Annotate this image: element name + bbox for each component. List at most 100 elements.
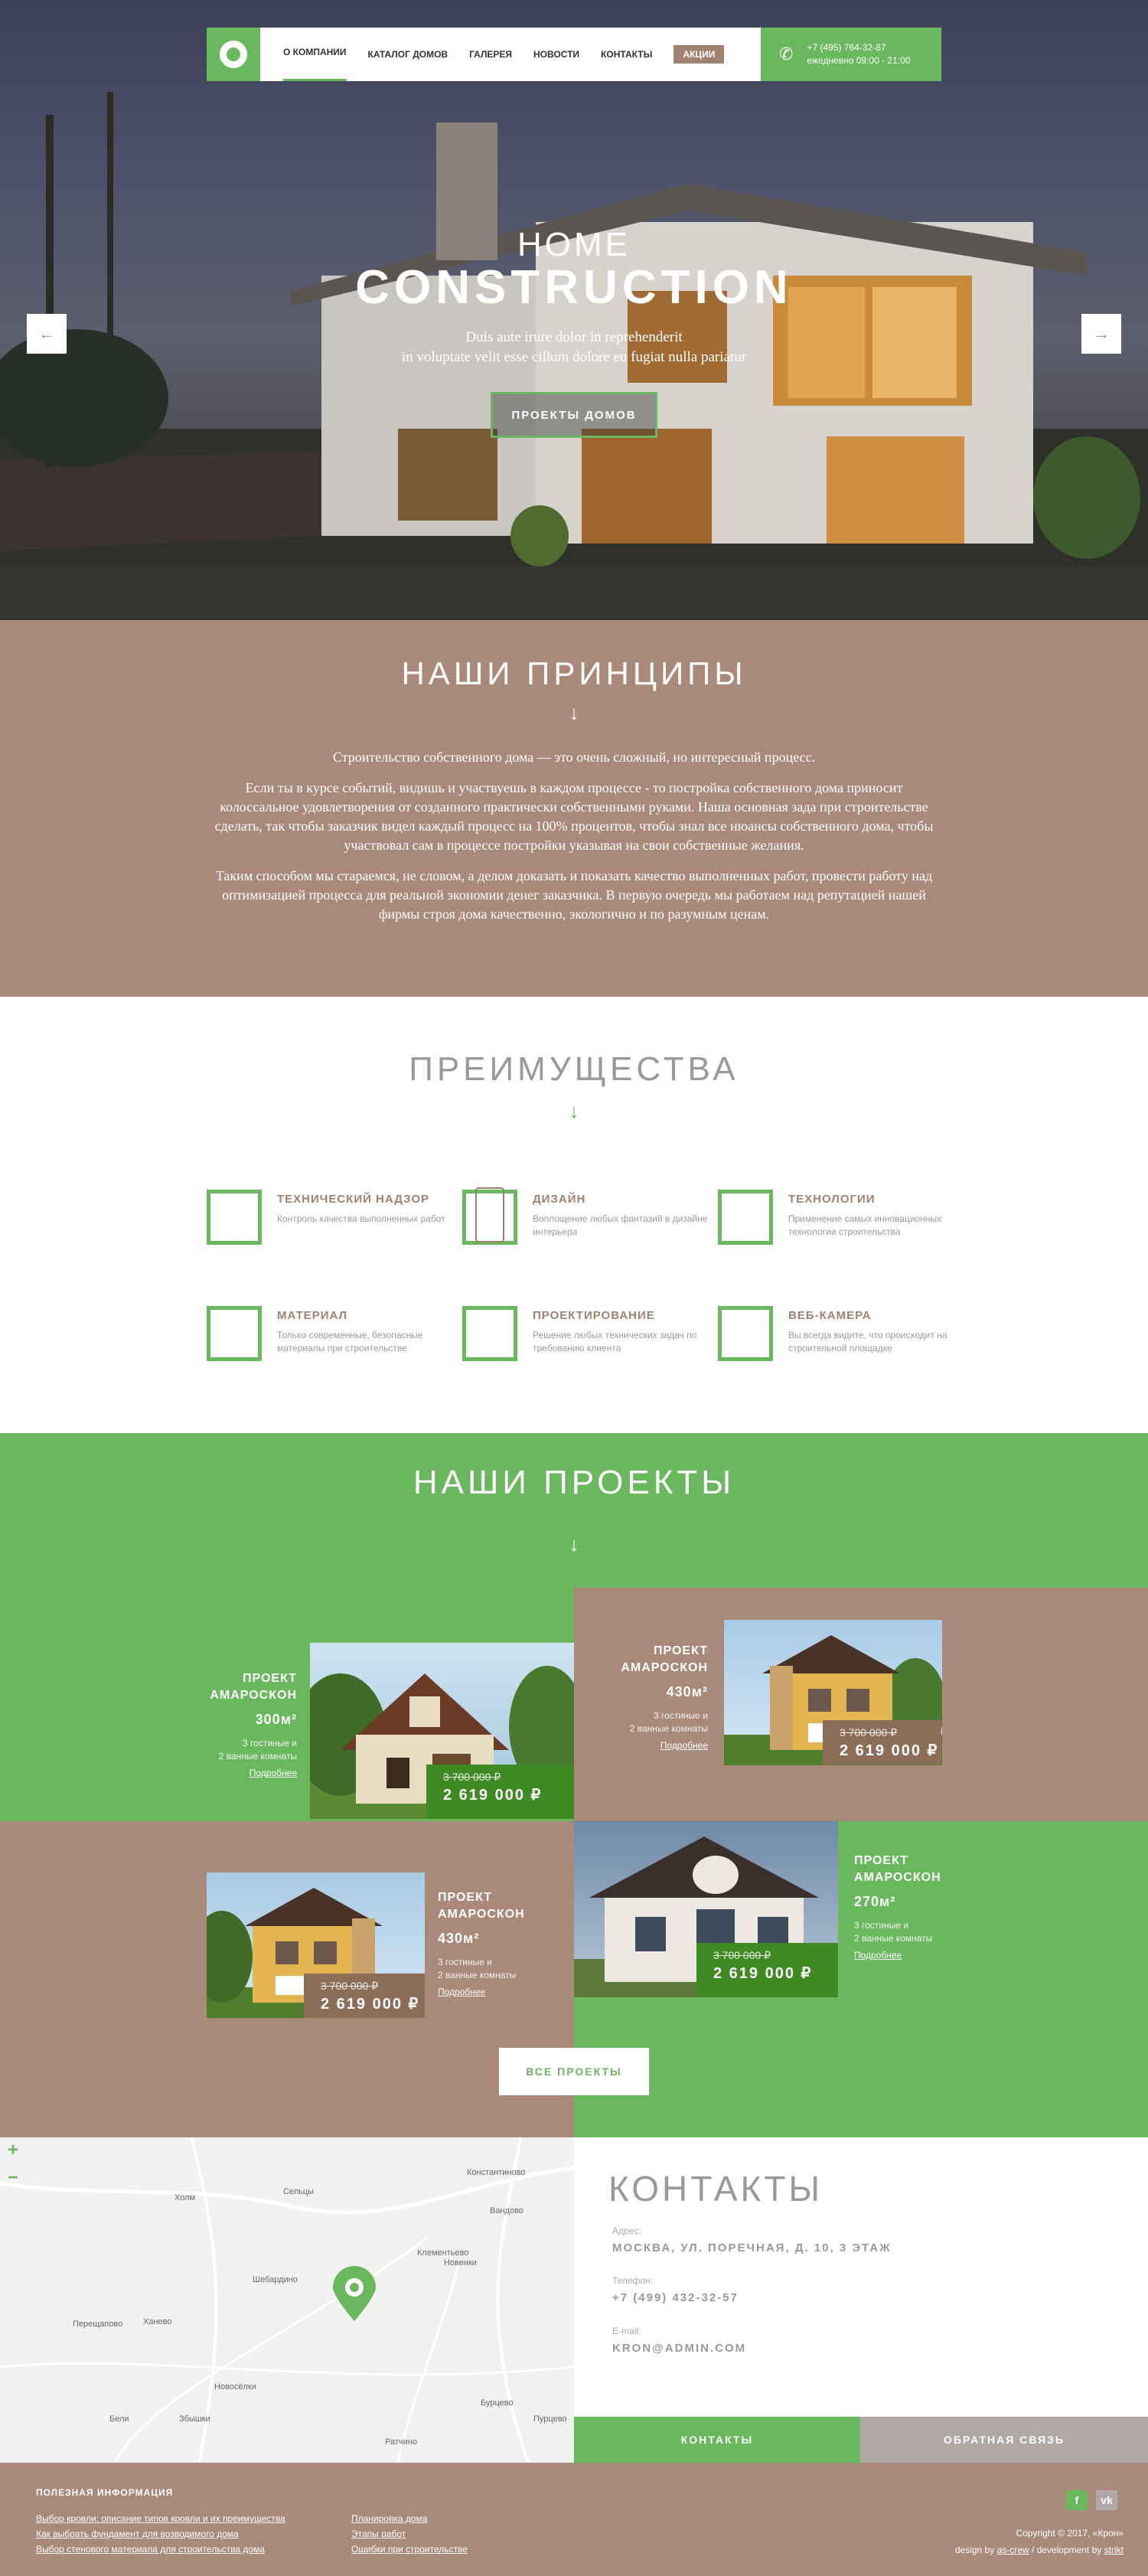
map-zoom-out-button[interactable]: − bbox=[0, 2165, 26, 2191]
main-navigation: О компании Каталог домов Галерея Новости… bbox=[207, 28, 941, 81]
advantage-title: Технический надзор bbox=[277, 1193, 430, 1206]
advantage-desc: Контроль качества выполненных работ bbox=[277, 1213, 445, 1224]
footer-link[interactable]: Как выбрать фундамент для возводимого до… bbox=[36, 2529, 239, 2539]
footer-link[interactable]: Ошибки при строительстве bbox=[351, 2544, 468, 2555]
project-more-link[interactable]: Подробнее bbox=[438, 1987, 553, 1997]
nav-item-about[interactable]: О компании bbox=[283, 28, 347, 81]
advantage-title: Дизайн bbox=[533, 1193, 586, 1206]
old-price: 3 700 000 ₽ bbox=[713, 1949, 771, 1961]
email-value[interactable]: KRON@ADMIN.COM bbox=[612, 2342, 746, 2355]
map-marker-icon[interactable] bbox=[331, 2266, 377, 2323]
footer: ПОЛЕЗНАЯ ИНФОРМАЦИЯ Выбор кровли: описан… bbox=[0, 2463, 1148, 2576]
footer-link[interactable]: Планировка дома bbox=[351, 2513, 427, 2524]
old-price: 3 700 000 ₽ bbox=[840, 1726, 898, 1739]
project-area: 300м² bbox=[255, 1712, 297, 1727]
design-project-icon bbox=[462, 1306, 517, 1361]
advantages-section: ПРЕИМУЩЕСТВА ↓ Технический надзор Контро… bbox=[0, 997, 1148, 1433]
project-name: ПРОЕКТ АМАРОСКОН bbox=[621, 1644, 708, 1674]
project-card: ПРОЕКТ АМАРОСКОН 430м² 3 гостиные и2 ванн… bbox=[438, 1889, 553, 1997]
nav-item-news[interactable]: Новости bbox=[533, 28, 579, 81]
principles-paragraph: Таким способом мы стараемся, не словом, … bbox=[215, 868, 933, 922]
technology-icon bbox=[718, 1190, 773, 1245]
advantage-desc: Только современные, безопасные материалы… bbox=[277, 1330, 423, 1353]
advantages-title: ПРЕИМУЩЕСТВА bbox=[409, 1050, 739, 1088]
project-card: ПРОЕКТ АМАРОСКОН 430м² 3 гостиные и2 ванн… bbox=[602, 1643, 708, 1751]
credits-text: / development by bbox=[1031, 2545, 1102, 2555]
current-price: 2 619 000 ₽ bbox=[713, 1965, 813, 1982]
nav-item-contacts[interactable]: Контакты bbox=[601, 28, 652, 81]
material-icon bbox=[207, 1306, 262, 1361]
advantage-desc: Решение любых технических задач по требо… bbox=[533, 1330, 697, 1353]
map-place-label: Сельцы bbox=[283, 2187, 315, 2196]
advantage-title: Проектирование bbox=[533, 1309, 655, 1322]
project-card: ПРОЕКТ АМАРОСКОН 270м² 3 гостиные и2 ванн… bbox=[854, 1853, 969, 1961]
house-projects-button[interactable]: ПРОЕКТЫ ДОМОВ bbox=[491, 392, 657, 438]
logo-icon[interactable] bbox=[207, 28, 260, 81]
developer-link[interactable]: strikt bbox=[1104, 2545, 1124, 2555]
all-projects-button[interactable]: ВСЕ ПРОЕКТЫ bbox=[499, 2048, 649, 2095]
advantage-item: Веб-камера Вы всегда видите, что происхо… bbox=[718, 1306, 970, 1367]
contacts-title: КОНТАКТЫ bbox=[608, 2169, 823, 2209]
hero-subtitle-line: in voluptate velit esse cillum dolore eu… bbox=[401, 349, 747, 365]
map-place-label: Клементьево bbox=[417, 2248, 469, 2258]
project-more-link[interactable]: Подробнее bbox=[854, 1950, 969, 1961]
phone-value[interactable]: +7 (499) 432-32-57 bbox=[612, 2291, 739, 2304]
contact-tabs: КОНТАКТЫ ОБРАТНАЯ СВЯЗЬ bbox=[574, 2417, 1148, 2463]
map-zoom-in-button[interactable]: + bbox=[0, 2137, 26, 2163]
designer-link[interactable]: as-crew bbox=[997, 2545, 1029, 2555]
project-card: ПРОЕКТ АМАРОСКОН 300м² 3 гостиные и2 ванн… bbox=[191, 1670, 297, 1778]
project-rooms: 3 гостиные и2 ванные комнаты bbox=[438, 1957, 517, 1980]
current-price: 2 619 000 ₽ bbox=[321, 1996, 420, 2013]
project-more-link[interactable]: Подробнее bbox=[602, 1740, 708, 1751]
project-rooms: 3 гостиные и2 ванные комнаты bbox=[629, 1710, 708, 1734]
nav-item-promo[interactable]: Акции bbox=[673, 45, 725, 64]
projects-section: НАШИ ПРОЕКТЫ ↓ bbox=[0, 1433, 1148, 2137]
vk-icon[interactable]: vk bbox=[1096, 2490, 1117, 2510]
project-price: 3 700 000 ₽ 2 619 000 ₽ bbox=[304, 1974, 425, 2018]
facebook-icon[interactable]: f bbox=[1066, 2490, 1088, 2510]
footer-link[interactable]: Этапы работ bbox=[351, 2529, 406, 2539]
project-rooms: 3 гостиные и2 ванные комнаты bbox=[218, 1738, 297, 1761]
project-name: ПРОЕКТ АМАРОСКОН bbox=[854, 1854, 941, 1884]
nav-item-catalog[interactable]: Каталог домов bbox=[368, 28, 448, 81]
email-label: E-mail: bbox=[612, 2326, 641, 2336]
header-phone[interactable]: +7 (495) 764-32-87 bbox=[807, 41, 910, 54]
credits: design by as-crew / development by strik… bbox=[955, 2545, 1124, 2555]
project-price: 3 700 000 ₽ 2 619 000 ₽ bbox=[823, 1720, 941, 1765]
nav-item-gallery[interactable]: Галерея bbox=[469, 28, 512, 81]
project-name: ПРОЕКТ АМАРОСКОН bbox=[438, 1891, 525, 1921]
map-place-label: Вандово bbox=[490, 2206, 523, 2215]
copyright: Copyright © 2017, «Крон» bbox=[1016, 2528, 1124, 2538]
tab-contacts[interactable]: КОНТАКТЫ bbox=[574, 2417, 860, 2463]
project-price: 3 700 000 ₽ 2 619 000 ₽ bbox=[426, 1765, 574, 1819]
hero-slider: О компании Каталог домов Галерея Новости… bbox=[0, 0, 1148, 620]
credits-text: design by bbox=[954, 2545, 995, 2555]
map[interactable]: + − Холм Сельцы Константиново Вандово Кл… bbox=[0, 2137, 574, 2463]
map-place-label: Бели bbox=[109, 2414, 129, 2424]
hero-subtitle-line: Duis aute irure dolor in reprehenderit bbox=[465, 329, 683, 345]
old-price: 3 700 000 ₽ bbox=[321, 1980, 379, 1992]
map-roads bbox=[0, 2137, 574, 2463]
header-contact: ✆ +7 (495) 764-32-87 ежедневно 09:00 - 2… bbox=[761, 28, 941, 81]
principles-paragraph: Строительство собственного дома — это оч… bbox=[332, 749, 816, 765]
map-place-label: Холм bbox=[174, 2193, 196, 2202]
project-price: 3 700 000 ₽ 2 619 000 ₽ bbox=[696, 1943, 838, 1997]
advantage-item: Технологии Применение самых инновационны… bbox=[718, 1190, 970, 1251]
pencil-ruler-icon bbox=[462, 1187, 517, 1245]
footer-link[interactable]: Выбор кровли: описание типов кровли и их… bbox=[36, 2513, 285, 2524]
advantage-desc: Вы всегда видите, что происходит на стро… bbox=[788, 1330, 947, 1353]
footer-link[interactable]: Выбор стенового материала для строительс… bbox=[36, 2544, 265, 2555]
current-price: 2 619 000 ₽ bbox=[443, 1787, 543, 1804]
supervision-icon bbox=[207, 1190, 262, 1245]
map-place-label: Новенки bbox=[444, 2258, 477, 2267]
principles-paragraph: Если ты в курсе событий, видишь и участв… bbox=[214, 780, 934, 853]
old-price: 3 700 000 ₽ bbox=[443, 1771, 501, 1783]
project-more-link[interactable]: Подробнее bbox=[191, 1768, 297, 1778]
project-name: ПРОЕКТ АМАРОСКОН bbox=[210, 1672, 297, 1702]
arrow-down-icon: ↓ bbox=[569, 1533, 579, 1556]
webcam-icon bbox=[718, 1306, 773, 1361]
advantage-item: Технический надзор Контроль качества вып… bbox=[207, 1190, 459, 1251]
tab-feedback[interactable]: ОБРАТНАЯ СВЯЗЬ bbox=[860, 2417, 1148, 2463]
advantage-desc: Применение самых инновационных технологи… bbox=[788, 1213, 942, 1237]
map-place-label: Перещапово bbox=[73, 2320, 123, 2329]
